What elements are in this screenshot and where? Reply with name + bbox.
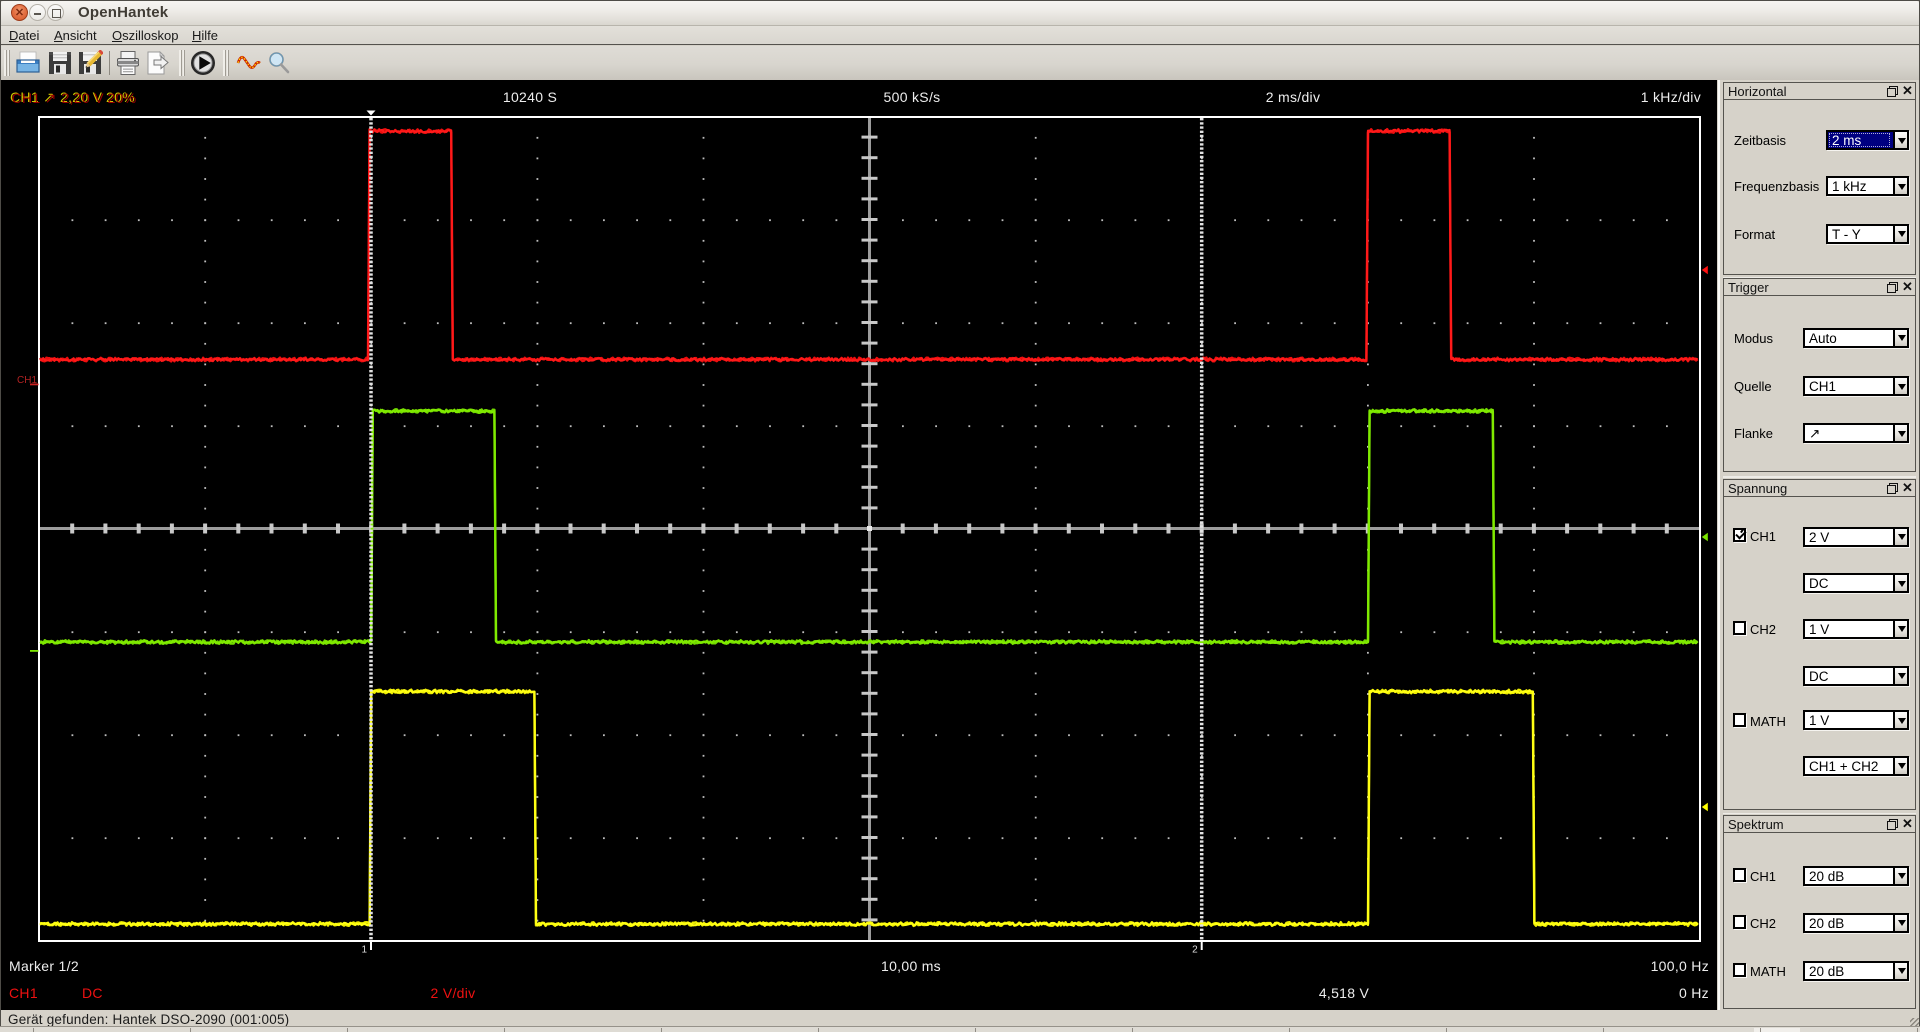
svg-text:1: 1 — [361, 945, 367, 956]
svg-text:2: 2 — [1192, 945, 1198, 956]
